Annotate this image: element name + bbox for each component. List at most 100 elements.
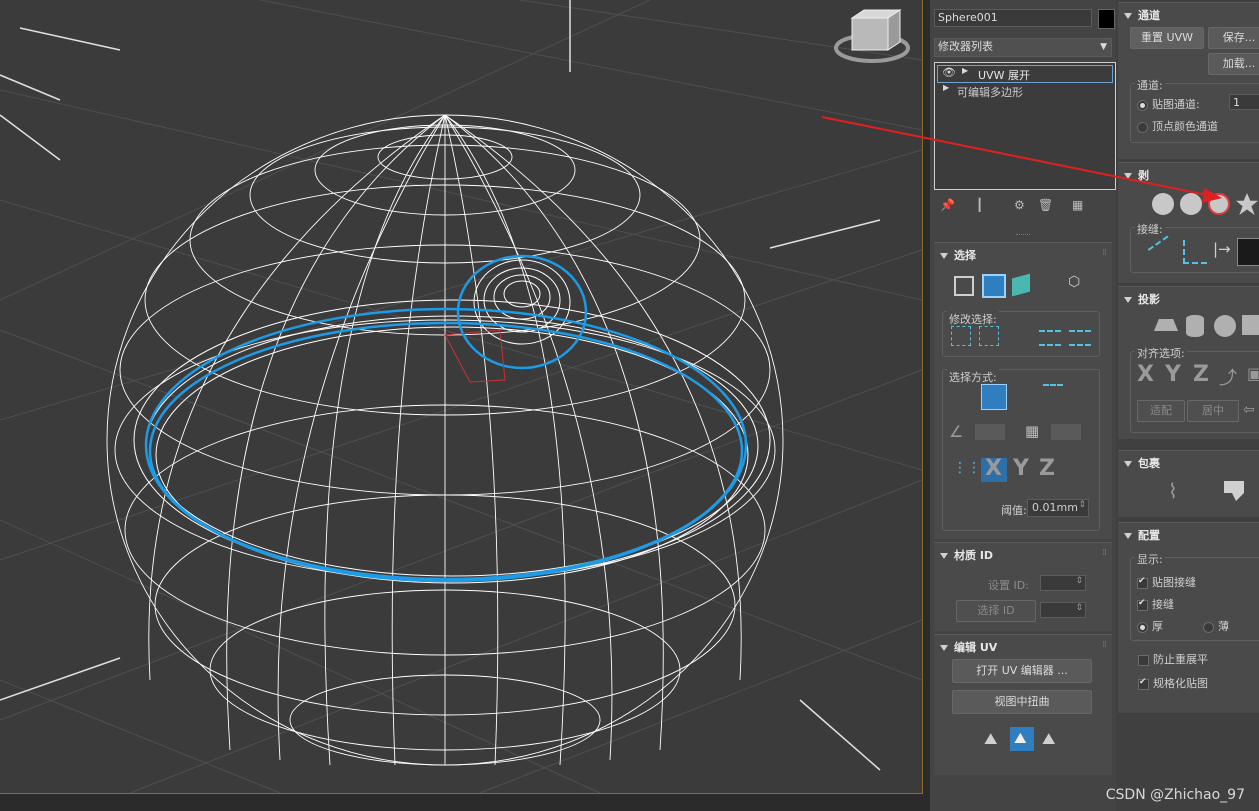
- unfold-strip-icon[interactable]: [1224, 481, 1244, 501]
- grow-selection-icon[interactable]: [951, 326, 971, 346]
- select-id-button[interactable]: 选择 ID: [956, 600, 1036, 622]
- spherical-map-icon[interactable]: [1214, 315, 1236, 337]
- rollout-header[interactable]: 剥: [1124, 167, 1149, 183]
- viewport-canvas[interactable]: [0, 0, 922, 793]
- ring-icon[interactable]: [1039, 330, 1061, 346]
- shrink-selection-icon[interactable]: [979, 326, 999, 346]
- reset-arrow-icon[interactable]: ⇦: [1243, 402, 1255, 418]
- display-group: 显示: 贴图接缝 接缝 厚 薄: [1130, 551, 1259, 641]
- modifier-list-dropdown[interactable]: 修改器列表 ▼: [934, 38, 1112, 57]
- eye-icon[interactable]: 👁: [942, 66, 956, 79]
- expand-arrow-icon[interactable]: ▶: [962, 66, 968, 75]
- set-id-spinner[interactable]: [1040, 575, 1086, 591]
- rollout-header[interactable]: 选择: [940, 247, 976, 263]
- seams-from-selection-icon[interactable]: |→: [1213, 240, 1235, 262]
- map-channel-value[interactable]: 1: [1229, 94, 1259, 110]
- rollout-header[interactable]: 材质 ID: [940, 547, 993, 563]
- pin-stack-icon[interactable]: 📌: [940, 198, 955, 212]
- show-end-result-icon[interactable]: ┃: [976, 198, 983, 212]
- save-button[interactable]: 保存...: [1208, 27, 1259, 49]
- make-unique-icon[interactable]: ⚙: [1014, 198, 1025, 212]
- planar-map-icon[interactable]: [1154, 319, 1178, 331]
- edge-select-icon[interactable]: [982, 274, 1006, 298]
- group-label: 接缝:: [1135, 221, 1165, 237]
- reset-uvw-button[interactable]: 重置 UVW: [1130, 27, 1204, 49]
- quick-planar-map-button[interactable]: ⛰: [1010, 727, 1034, 751]
- planar-select-icon[interactable]: ▦: [1025, 422, 1045, 442]
- expand-arrow-icon[interactable]: ▶: [943, 83, 949, 92]
- object-color-swatch[interactable]: [1098, 9, 1115, 29]
- threshold-spinner[interactable]: 0.01mm: [1027, 499, 1089, 517]
- rollout-material-id: 材质 ID ⁞⁞ 设置 ID: 选择 ID: [934, 542, 1112, 631]
- loop-icon[interactable]: [1069, 330, 1091, 346]
- polygon-select-icon[interactable]: [1012, 273, 1030, 297]
- quick-peel-icon[interactable]: [1152, 193, 1174, 215]
- axis-x-toggle[interactable]: X: [981, 456, 1007, 482]
- stack-item-uvw-unwrap[interactable]: 👁 ▶ UVW 展开: [937, 65, 1113, 83]
- axis-y-toggle[interactable]: Y: [1013, 456, 1029, 481]
- open-uv-editor-button[interactable]: 打开 UV 编辑器 ...: [952, 659, 1092, 683]
- seams-group: 接缝: |→: [1130, 221, 1259, 273]
- center-button[interactable]: 居中: [1187, 400, 1239, 422]
- edit-seams-icon[interactable]: [1147, 235, 1183, 271]
- point-to-point-seam-icon[interactable]: [1183, 240, 1207, 264]
- seams-checkbox[interactable]: 接缝: [1137, 596, 1174, 612]
- tweak-in-view-button[interactable]: 视图中扭曲: [952, 690, 1092, 714]
- prevent-reflatten-checkbox[interactable]: 防止重展平: [1138, 651, 1208, 667]
- align-to-view-icon[interactable]: ▣: [1247, 364, 1259, 383]
- modifier-stack[interactable]: 👁 ▶ UVW 展开 ▶ 可编辑多边形: [934, 62, 1116, 190]
- align-z-button[interactable]: Z: [1193, 362, 1209, 387]
- cylindrical-map-icon[interactable]: [1186, 315, 1204, 337]
- grip-icon[interactable]: ⁞⁞: [1102, 640, 1107, 650]
- planar-value-field[interactable]: [1051, 424, 1081, 440]
- stack-item-editable-poly[interactable]: ▶ 可编辑多边形: [937, 83, 1111, 99]
- rollout-header[interactable]: 编辑 UV: [940, 639, 997, 655]
- object-name-field[interactable]: Sphere001: [934, 9, 1092, 27]
- watermark: CSDN @Zhichao_97: [1105, 787, 1245, 803]
- quick-peel-icon[interactable]: ⛰: [984, 729, 997, 749]
- angle-select-icon[interactable]: ∠: [949, 422, 971, 442]
- select-by-element-icon[interactable]: [981, 384, 1007, 410]
- map-seams-checkbox[interactable]: 贴图接缝: [1137, 574, 1196, 590]
- align-x-button[interactable]: X: [1137, 362, 1154, 387]
- box-map-icon[interactable]: [1242, 315, 1259, 335]
- rollout-header[interactable]: 通道: [1124, 7, 1160, 23]
- viewcube-icon[interactable]: [834, 9, 910, 63]
- spline-map-icon[interactable]: ⌇: [1168, 479, 1178, 503]
- reset-peel-icon[interactable]: [1208, 193, 1230, 215]
- pin-icon[interactable]: [1236, 193, 1258, 215]
- checkbox-label: 贴图接缝: [1152, 576, 1196, 589]
- axis-z-toggle[interactable]: Z: [1039, 456, 1055, 481]
- symmetry-icon[interactable]: ⋮⋮: [953, 460, 981, 480]
- viewport-perspective[interactable]: [0, 0, 923, 794]
- element-select-icon[interactable]: ⬡: [1068, 274, 1088, 294]
- vertex-select-icon[interactable]: [954, 276, 974, 296]
- rollout-header[interactable]: 包裹: [1124, 455, 1160, 471]
- vertex-color-channel-radio[interactable]: 顶点颜色通道: [1137, 118, 1218, 134]
- thick-radio[interactable]: 厚: [1137, 618, 1163, 634]
- select-id-spinner[interactable]: [1040, 602, 1086, 618]
- panel-divider[interactable]: [1016, 234, 1030, 237]
- thin-radio[interactable]: 薄: [1203, 618, 1229, 634]
- set-id-label: 设置 ID:: [988, 579, 1029, 592]
- map-channel-radio[interactable]: 贴图通道:: [1137, 96, 1200, 112]
- threshold-label: 阈值:: [1001, 504, 1027, 517]
- align-y-button[interactable]: Y: [1165, 362, 1181, 387]
- rollout-edit-uv: 编辑 UV ⁞⁞ 打开 UV 编辑器 ... 视图中扭曲 ⛰ ⛰ ⛰: [934, 634, 1112, 775]
- fit-button[interactable]: 适配: [1137, 400, 1185, 422]
- rollout-header[interactable]: 配置: [1124, 527, 1160, 543]
- rollout-header[interactable]: 投影: [1124, 291, 1160, 307]
- peel-mode-icon[interactable]: [1180, 193, 1202, 215]
- trash-icon[interactable]: 🗑: [1038, 198, 1053, 212]
- configure-sets-icon[interactable]: ▦: [1072, 198, 1083, 212]
- normalize-map-checkbox[interactable]: 规格化贴图: [1138, 675, 1208, 691]
- quick-map-icon[interactable]: ⛰: [1042, 729, 1055, 749]
- align-to-normal-icon[interactable]: ⤴: [1219, 364, 1237, 390]
- load-button[interactable]: 加载...: [1208, 53, 1259, 75]
- grip-icon[interactable]: ⁞⁞: [1102, 248, 1107, 258]
- angle-value-field[interactable]: [975, 424, 1005, 440]
- group-label: 选择方式:: [947, 369, 999, 385]
- grip-icon[interactable]: ⁞⁞: [1102, 548, 1107, 558]
- loop-to-seams-icon[interactable]: [1237, 238, 1259, 266]
- select-overlap-icon[interactable]: [1043, 384, 1063, 406]
